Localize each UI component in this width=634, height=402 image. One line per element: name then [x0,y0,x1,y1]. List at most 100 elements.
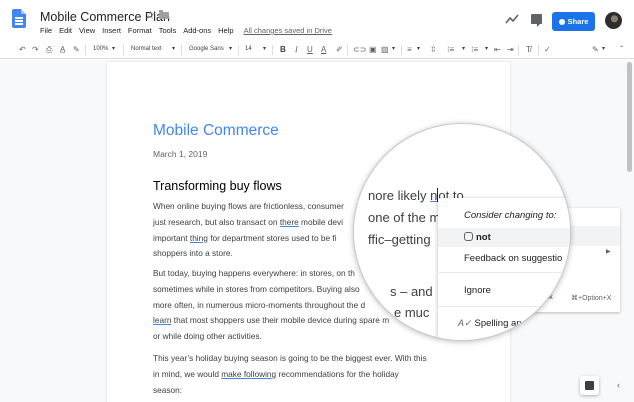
menu-help[interactable]: Help [218,26,233,35]
menu-divider [438,306,570,307]
text-color-button[interactable]: A [321,44,326,55]
paragraph-line: sometimes while in stores from competito… [153,283,360,294]
spell-check-shortcut: ⌘+Option+X [571,295,612,302]
divider [272,45,273,55]
divider [123,45,124,55]
align-chevron-icon[interactable]: ▾ [417,44,420,55]
folder-icon[interactable] [159,10,169,19]
suggestion-not[interactable]: not [438,228,570,247]
undo-icon[interactable]: ↶ [19,44,26,55]
paragraph-line: in mind, we would make following recomme… [153,368,399,379]
numbered-list-icon[interactable]: ⁝≡ [447,44,454,55]
underline-button[interactable]: U [307,44,313,55]
bold-button[interactable]: B [280,44,286,55]
menu-addons[interactable]: Add-ons [183,26,211,35]
menu-edit[interactable]: Edit [59,26,72,35]
person-icon [558,18,565,25]
editing-mode-chevron-icon[interactable]: ▾ [602,44,605,55]
ignore-item[interactable]: Ignore [438,281,570,300]
divider [85,45,86,55]
highlight-icon[interactable]: ✐ [336,44,343,55]
style-select[interactable]: Normal text [131,44,162,55]
font-select[interactable]: Google Sans [189,44,224,55]
divider [238,45,239,55]
add-comment-icon[interactable]: ▣ [369,44,377,55]
font-size-chevron-icon[interactable]: ▾ [263,44,266,55]
star-icon[interactable]: ☆ [145,8,156,22]
paragraph-line: or while doing other activities. [153,331,262,342]
spellcheck-icon: A✓ [458,318,472,328]
suggestion-icon [464,232,473,241]
flagged-word[interactable]: thing [190,233,208,243]
font-size-select[interactable]: 14 [245,44,252,55]
font-chevron-icon[interactable]: ▾ [229,44,232,55]
italic-button[interactable]: I [295,44,298,55]
style-chevron-icon[interactable]: ▾ [172,44,175,55]
increase-indent-icon[interactable]: ⇥ [507,44,514,55]
docs-logo-icon[interactable] [12,9,26,28]
explore-button[interactable] [580,376,599,395]
paint-format-icon[interactable]: ✎ [73,44,80,55]
paragraph-2: But today, buying happens everywhere: in… [153,266,389,345]
suggestion-menu: Consider changing to: not Feedback on su… [438,198,570,340]
spellcheck-icon[interactable]: A̲ [60,44,65,55]
paragraph-line: more often, in numerous micro-moments th… [153,299,366,310]
divider [518,45,519,55]
paragraph-3: This year’s holiday buying season is goi… [153,351,427,398]
print-icon[interactable]: ⎙ [46,44,52,55]
menu-view[interactable]: View [79,26,95,35]
menu-bar: File Edit View Insert Format Tools Add-o… [40,26,332,35]
divider [181,45,182,55]
clear-formatting-icon[interactable]: T̸ [526,44,531,55]
flagged-word[interactable]: make following [221,369,276,379]
saved-status[interactable]: All changes saved in Drive [244,26,332,35]
bulleted-list-chevron-icon[interactable]: ▾ [485,44,488,55]
magnified-line: ffic–getting [368,232,431,247]
flagged-word[interactable]: learn [153,315,171,325]
suggestion-title: Consider changing to: [464,210,557,221]
image-chevron-icon[interactable]: ▾ [392,44,395,55]
vertical-scrollbar[interactable] [627,62,632,172]
document-date: March 1, 2019 [153,149,208,159]
insert-image-icon[interactable]: ▨ [381,44,389,55]
avatar[interactable] [605,12,622,29]
flagged-word[interactable]: there [280,217,299,227]
paragraph-line: just research, but also transact on ther… [153,216,344,227]
paragraph-line: season: [153,384,183,395]
decrease-indent-icon[interactable]: ⇤ [494,44,501,55]
redo-icon[interactable]: ↷ [32,44,39,55]
spelling-item[interactable]: A✓ Spelling and [438,314,570,333]
paragraph-line: When online buying flows are frictionles… [153,201,344,211]
paragraph-1: When online buying flows are frictionles… [153,199,344,262]
zoom-select[interactable]: 100% [93,44,108,55]
paragraph-line: important thing for department stores us… [153,232,337,243]
menu-format[interactable]: Format [128,26,152,35]
menu-tools[interactable]: Tools [159,26,177,35]
link-icon[interactable]: ⊂⊃ [353,44,366,55]
magnified-line: e muc [394,305,430,320]
comments-icon[interactable] [531,14,542,27]
share-button[interactable]: Share [552,12,595,31]
editing-mode-icon[interactable]: ✎ [592,44,599,55]
collapse-toolbar-icon[interactable]: ⌃ [619,44,624,55]
zoom-chevron-icon[interactable]: ▾ [112,44,115,55]
align-icon[interactable]: ≡ [407,44,412,55]
feedback-item[interactable]: Feedback on suggestio [438,249,570,268]
magnifier-lens: nore likely not to one of the mo ffic–ge… [353,123,571,341]
bulleted-list-icon[interactable]: ⁝≡ [471,44,478,55]
menu-insert[interactable]: Insert [102,26,121,35]
divider [401,45,402,55]
magnified-line: one of the mo [368,210,448,225]
menu-divider [438,272,570,273]
input-tools-icon[interactable]: ✓ [544,44,551,55]
spelling-label: Spelling and [474,318,527,329]
menu-file[interactable]: File [40,26,52,35]
line-spacing-icon[interactable]: ⇳ [430,44,437,55]
section-heading: Transforming buy flows [153,179,282,193]
document-heading-title: Mobile Commerce [153,122,279,139]
divider [538,45,539,55]
side-panel-toggle-icon[interactable]: ‹ [617,380,620,390]
numbered-list-chevron-icon[interactable]: ▾ [462,44,465,55]
activity-trend-icon[interactable] [505,13,519,25]
paragraph-line: learn that most shoppers use their mobil… [153,315,390,326]
